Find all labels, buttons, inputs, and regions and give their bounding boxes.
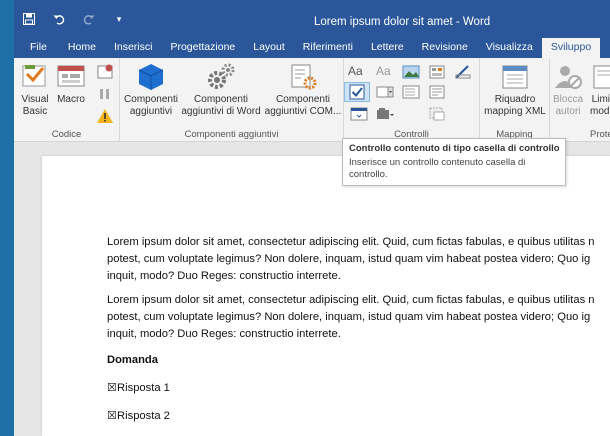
answer-2-checkbox[interactable]: ☒Risposta 2: [107, 408, 610, 425]
restrict-editing-icon: [593, 65, 610, 89]
blocca-autori-label: Blocca autori: [552, 94, 583, 117]
answer-1-checkbox[interactable]: ☒Risposta 1: [107, 380, 610, 397]
group-componenti-aggiuntivi: Componenti aggiuntivi Componenti aggiunt…: [120, 58, 344, 142]
componenti-word-button[interactable]: Componenti aggiuntivi di Word: [180, 62, 262, 118]
picture-control-icon[interactable]: [402, 64, 420, 80]
save-icon: [23, 13, 35, 25]
customize-qat-button[interactable]: ▾: [104, 0, 134, 38]
design-mode-icon[interactable]: [454, 64, 472, 80]
building-block-control-icon[interactable]: [428, 64, 446, 80]
chevron-down-icon: ▾: [116, 13, 122, 24]
paragraph-line: potest, cum voluptate legimus? Non doler…: [107, 311, 591, 323]
group-codice: Visual Basic Macro Codice: [14, 58, 120, 142]
properties-icon[interactable]: [428, 84, 446, 100]
visual-basic-icon: [22, 65, 46, 87]
visual-basic-button[interactable]: Visual Basic: [18, 62, 52, 118]
tooltip: Controllo contenuto di tipo casella di c…: [342, 138, 566, 186]
group-label-componenti: Componenti aggiuntivi: [184, 129, 279, 140]
tab-revisione[interactable]: Revisione: [413, 38, 477, 58]
macro-icon: [57, 65, 85, 87]
gear-icon: [208, 63, 235, 89]
paragraph-1[interactable]: Lorem ipsum dolor sit amet, consectetur …: [107, 234, 610, 285]
xml-mapping-icon: [502, 65, 528, 89]
componenti-com-label: Componenti aggiuntivi COM...: [264, 94, 342, 117]
com-addin-icon: [291, 64, 317, 90]
ribbon-tabs: File Home Inserisci Progettazione Layout…: [14, 38, 610, 58]
date-picker-control-icon[interactable]: [350, 106, 368, 122]
plain-text-control-icon[interactable]: Aa: [376, 64, 394, 80]
undo-button[interactable]: [44, 0, 74, 38]
macro-label: Macro: [57, 94, 85, 105]
redo-button[interactable]: [74, 0, 104, 38]
macro-security-icon[interactable]: [96, 108, 114, 124]
riquadro-mapping-button[interactable]: Riquadro mapping XML: [482, 62, 548, 118]
title-bar: ▾ Lorem ipsum dolor sit amet - Word: [14, 0, 610, 38]
combo-box-control-icon[interactable]: [376, 84, 394, 100]
macro-button[interactable]: Macro: [54, 62, 88, 106]
tab-progettazione[interactable]: Progettazione: [161, 38, 244, 58]
tab-visualizza[interactable]: Visualizza: [477, 38, 542, 58]
block-authors-icon: [555, 66, 582, 89]
cube-icon: [138, 64, 164, 90]
pause-recording-icon[interactable]: [96, 86, 114, 102]
riquadro-mapping-label: Riquadro mapping XML: [484, 94, 546, 117]
limita-label: Limi modi: [590, 94, 610, 117]
componenti-aggiuntivi-label: Componenti aggiuntivi: [124, 94, 178, 117]
componenti-aggiuntivi-button[interactable]: Componenti aggiuntivi: [122, 62, 180, 118]
checkbox-check-icon: [349, 84, 365, 100]
rich-text-control-icon[interactable]: Aa: [348, 64, 366, 80]
window-title: Lorem ipsum dolor sit amet - Word: [314, 16, 491, 28]
group-control-icon[interactable]: [428, 106, 446, 122]
record-macro-icon[interactable]: [96, 64, 114, 80]
dropdown-list-control-icon[interactable]: [402, 84, 420, 100]
group-label-codice: Codice: [51, 129, 82, 140]
question-heading: Domanda: [107, 354, 158, 366]
limita-modifica-button[interactable]: Limi modi: [590, 62, 610, 118]
group-controlli: Aa Aa Controlli: [344, 58, 480, 142]
tab-riferimenti[interactable]: Riferimenti: [294, 38, 362, 58]
tooltip-title: Controllo contenuto di tipo casella di c…: [349, 143, 560, 154]
tab-inserisci[interactable]: Inserisci: [105, 38, 162, 58]
group-mapping: Riquadro mapping XML Mapping: [480, 58, 550, 142]
save-button[interactable]: [14, 0, 44, 38]
tab-home[interactable]: Home: [59, 38, 105, 58]
componenti-word-label: Componenti aggiuntivi di Word: [181, 94, 261, 117]
ribbon: Visual Basic Macro Codice Componenti agg…: [14, 58, 610, 142]
paragraph-line: Lorem ipsum dolor sit amet, consectetur …: [107, 294, 595, 306]
quick-access-toolbar: ▾: [14, 0, 134, 38]
checkbox-control-button[interactable]: [344, 82, 370, 102]
paragraph-2[interactable]: Lorem ipsum dolor sit amet, consectetur …: [107, 292, 610, 343]
tab-lettere[interactable]: Lettere: [362, 38, 413, 58]
paragraph-line: inquit, modo? Duo Reges: constructio int…: [107, 328, 341, 340]
redo-icon: [83, 15, 95, 25]
tab-layout[interactable]: Layout: [244, 38, 294, 58]
componenti-com-button[interactable]: Componenti aggiuntivi COM...: [264, 62, 342, 118]
paragraph-line: inquit, modo? Duo Reges: constructio int…: [107, 270, 341, 282]
tab-sviluppo[interactable]: Sviluppo: [541, 38, 601, 58]
document-area[interactable]: Lorem ipsum dolor sit amet, consectetur …: [14, 142, 610, 436]
undo-icon: [53, 15, 65, 25]
paragraph-line: potest, cum voluptate legimus? Non doler…: [107, 253, 591, 265]
blocca-autori-button[interactable]: Blocca autori: [550, 62, 586, 118]
tooltip-body: Inserisce un controllo contenuto casella…: [349, 157, 526, 180]
tab-file[interactable]: File: [14, 38, 59, 58]
document-page[interactable]: Lorem ipsum dolor sit amet, consectetur …: [42, 156, 610, 436]
paragraph-line: Lorem ipsum dolor sit amet, consectetur …: [107, 236, 595, 248]
group-proteggi: Blocca autori Limi modi Proteggi: [550, 58, 610, 142]
visual-basic-label: Visual Basic: [21, 94, 49, 117]
legacy-tools-icon[interactable]: [376, 106, 394, 122]
